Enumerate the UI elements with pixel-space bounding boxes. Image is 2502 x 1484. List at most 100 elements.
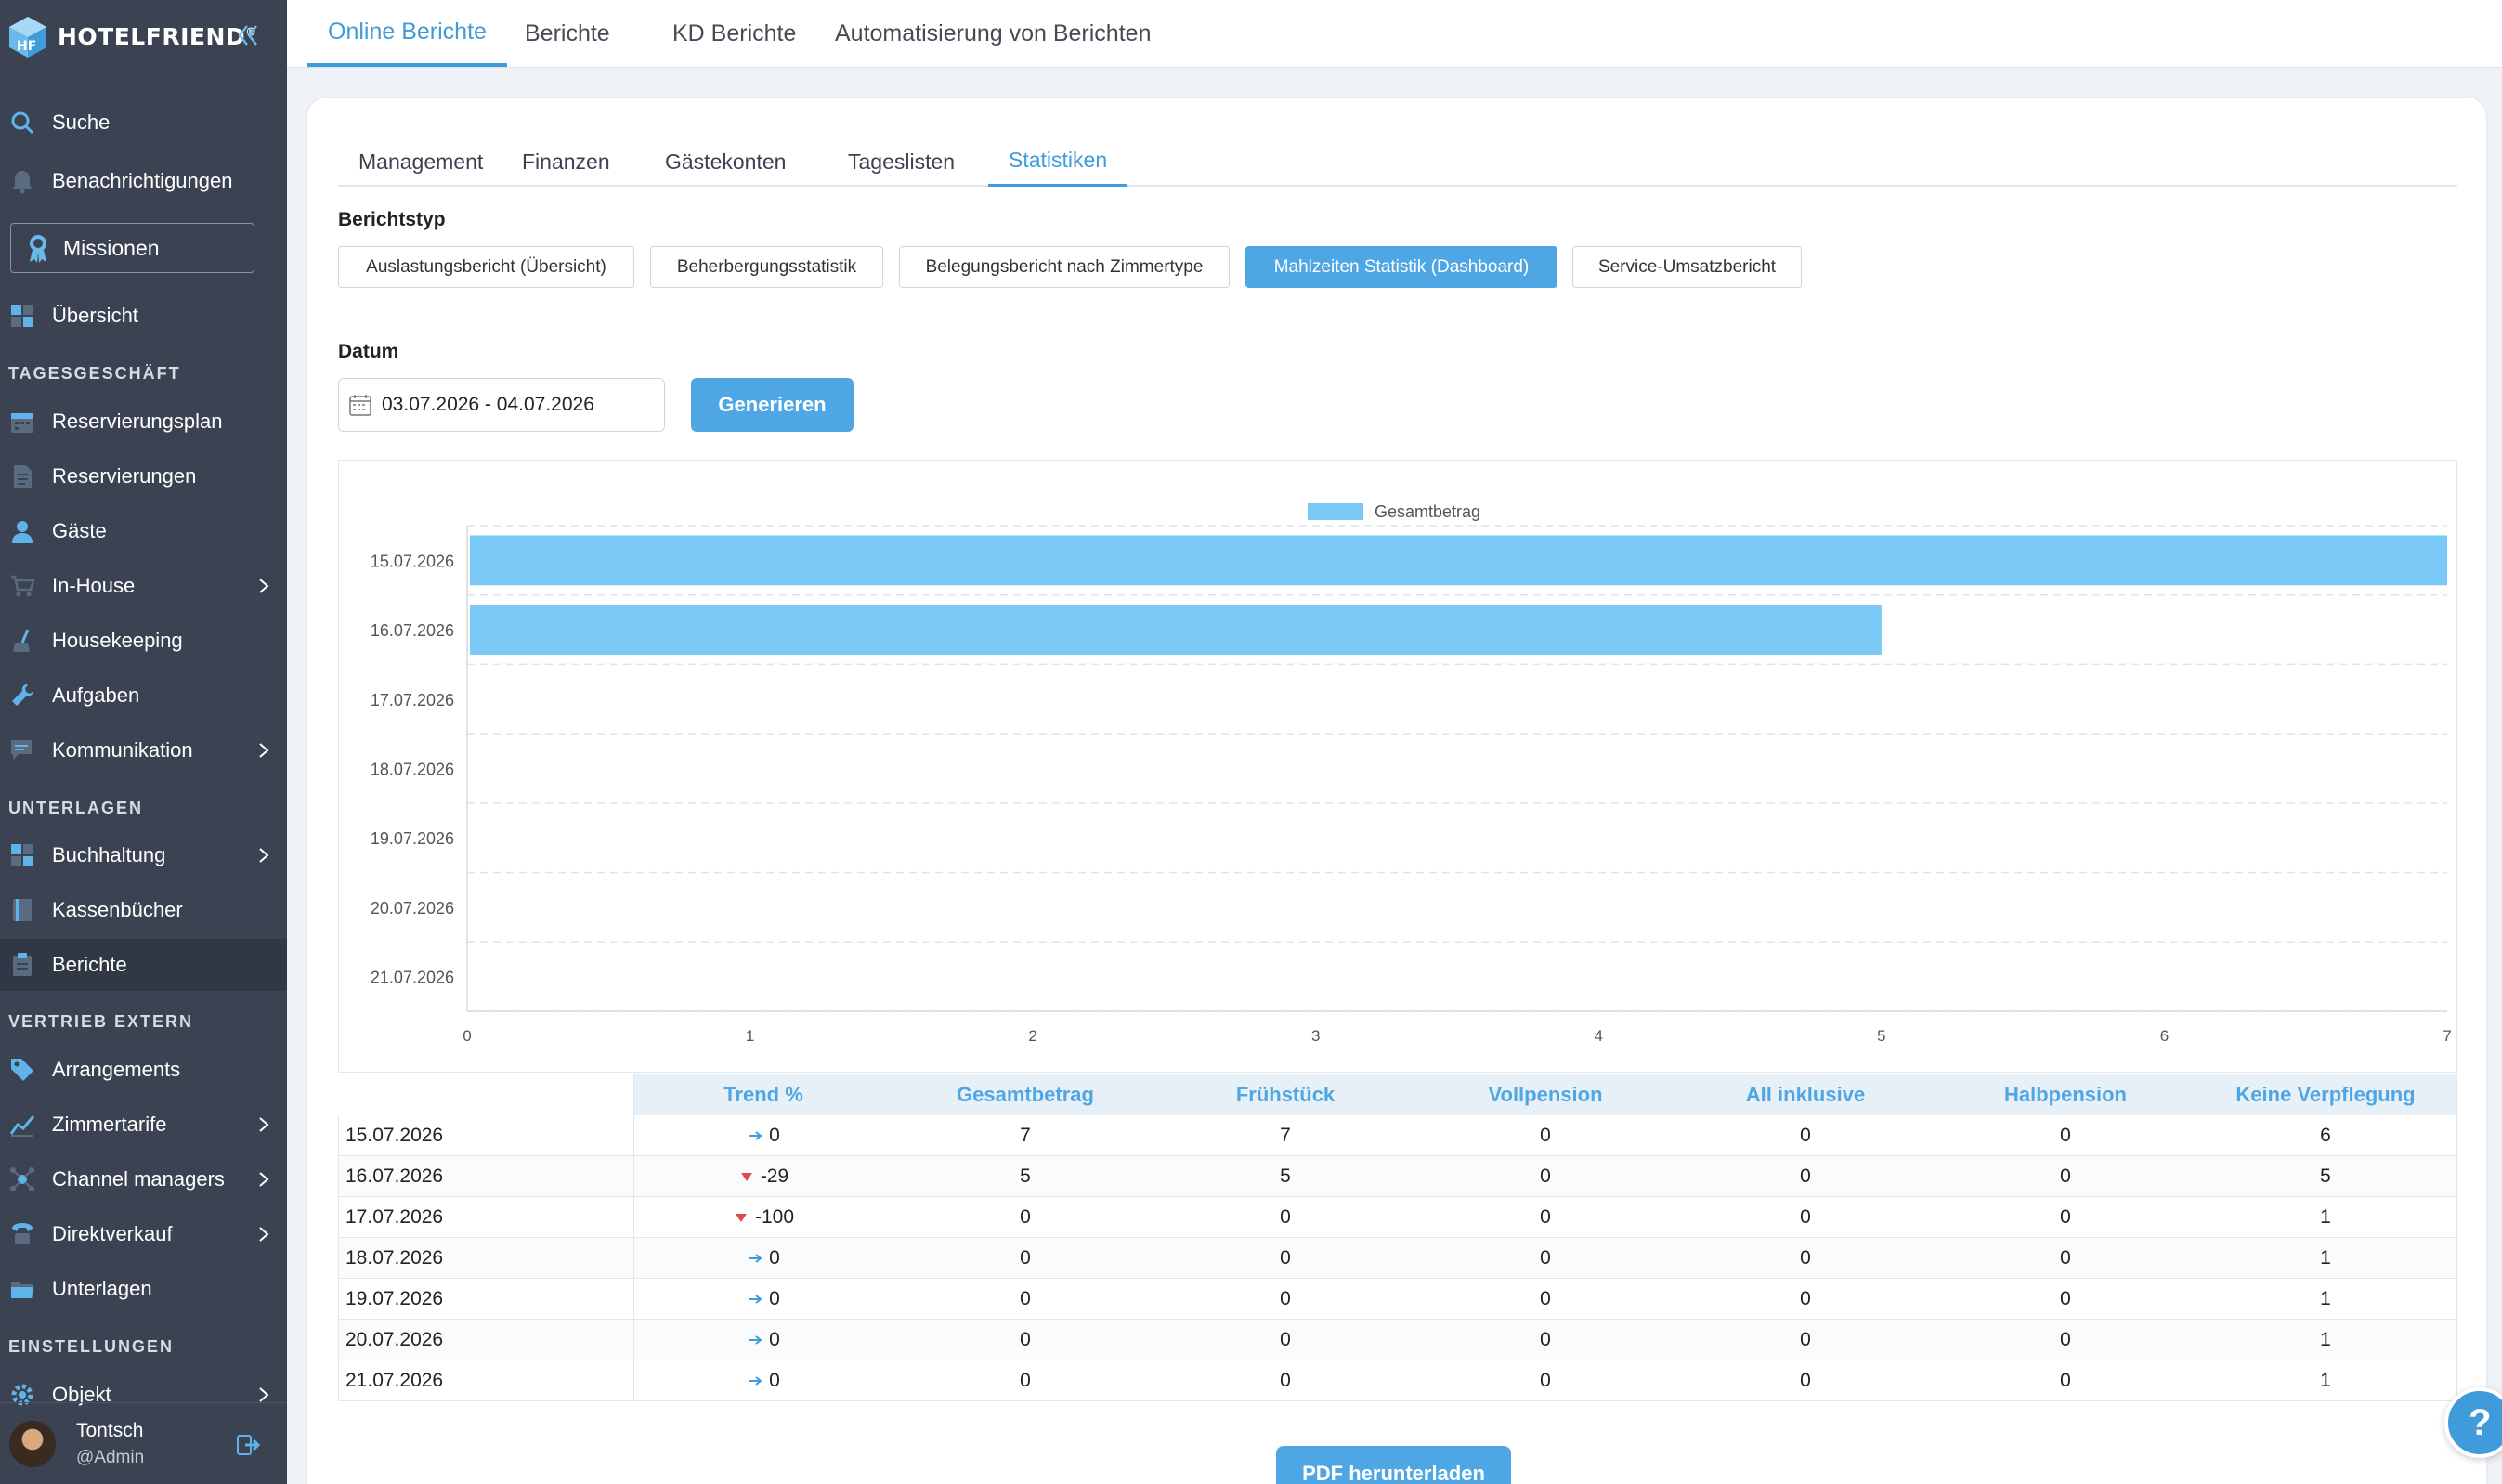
report-card: Management Finanzen Gästekonten Tageslis…	[306, 97, 2487, 1484]
sidebar-item-guests[interactable]: Gäste	[0, 505, 287, 557]
sidebar-item-reservation-plan[interactable]: Reservierungsplan	[0, 396, 287, 448]
sidebar-item-notifications[interactable]: Benachrichtigungen	[0, 155, 287, 207]
report-type-meal-stats[interactable]: Mahlzeiten Statistik (Dashboard)	[1245, 246, 1557, 288]
sidebar-item-communication[interactable]: Kommunikation	[0, 724, 287, 776]
sidebar-item-label: Channel managers	[52, 1167, 225, 1191]
meal-statistics-chart: Gesamtbetrag 15.07.2026 16.07.2026 17.07.20…	[338, 460, 2457, 1073]
tab-online-reports[interactable]: Online Berichte	[307, 0, 507, 67]
tab-guest-accounts[interactable]: Gästekonten	[645, 137, 806, 187]
table-cell: 0	[2060, 1329, 2071, 1350]
clipboard-icon	[13, 953, 32, 976]
trend-cell: 0	[633, 1360, 893, 1401]
trend-cell: 0	[633, 1279, 893, 1320]
chevron-right-icon	[259, 1172, 269, 1187]
sidebar-item-label: Direktverkauf	[52, 1222, 173, 1245]
sidebar-item-documents[interactable]: Unterlagen	[0, 1263, 287, 1315]
table-row: 19.07.2026 0 0 0 0 0 0 1	[338, 1279, 2457, 1320]
table-cell: 0	[1800, 1206, 1811, 1228]
trend-value: 0	[769, 1329, 780, 1350]
sidebar-item-direct-sales[interactable]: Direktverkauf	[0, 1208, 287, 1260]
x-tick-label: 5	[1877, 1027, 1885, 1045]
sidebar-item-label: Aufgaben	[52, 683, 140, 707]
trend-down-icon	[735, 1214, 747, 1222]
sidebar-item-housekeeping[interactable]: Housekeeping	[0, 615, 287, 667]
table-border	[338, 1115, 339, 1401]
table-cell: 0	[2060, 1206, 2071, 1228]
tab-report-automation[interactable]: Automatisierung von Berichten	[814, 0, 1171, 67]
table-cell: 0	[1280, 1370, 1291, 1391]
sidebar-item-label: Berichte	[52, 953, 127, 976]
table-cell: 0	[1800, 1165, 1811, 1187]
sidebar-item-overview[interactable]: Übersicht	[0, 290, 287, 342]
report-type-accommodation-stats[interactable]: Beherbergungsstatistik	[650, 246, 883, 288]
tab-daily-lists[interactable]: Tageslisten	[827, 137, 975, 187]
sidebar-item-label: Suche	[52, 111, 111, 134]
avatar[interactable]	[9, 1420, 56, 1467]
trend-value: -29	[760, 1165, 789, 1187]
sidebar-item-search[interactable]: Suche	[0, 97, 287, 149]
chevron-right-icon	[259, 848, 269, 863]
generate-button[interactable]: Generieren	[691, 378, 854, 432]
y-tick-label: 18.07.2026	[371, 761, 454, 779]
user-role: @Admin	[76, 1447, 145, 1467]
table-cell: 0	[1280, 1288, 1291, 1309]
table-cell: 0	[1800, 1288, 1811, 1309]
sidebar-item-reports[interactable]: Berichte	[0, 939, 287, 991]
sidebar-item-reservations[interactable]: Reservierungen	[0, 450, 287, 502]
x-tick-label: 0	[463, 1027, 471, 1045]
row-date: 20.07.2026	[345, 1329, 444, 1350]
sidebar-item-label: Benachrichtigungen	[52, 169, 233, 192]
chevron-right-icon	[259, 743, 269, 758]
logo[interactable]: HF HOTELFRIEND®	[7, 11, 257, 62]
user-icon	[12, 521, 33, 543]
date-range-input[interactable]: 03.07.2026 - 04.07.2026	[338, 378, 665, 432]
report-type-occupancy-by-roomtype[interactable]: Belegungsbericht nach Zimmertype	[899, 246, 1230, 288]
y-tick-label: 19.07.2026	[371, 829, 454, 848]
tab-management[interactable]: Management	[338, 137, 503, 187]
missions-button[interactable]: Missionen	[10, 223, 254, 273]
sidebar-item-cashbooks[interactable]: Kassenbücher	[0, 884, 287, 936]
column-header: Halbpension	[2003, 1083, 2127, 1106]
table-cell: 0	[1540, 1247, 1551, 1269]
trend-value: 0	[769, 1288, 780, 1309]
report-type-occupancy-overview[interactable]: Auslastungsbericht (Übersicht)	[338, 246, 634, 288]
logout-icon[interactable]	[236, 1433, 260, 1457]
trend-flat-icon	[749, 1254, 762, 1263]
sidebar-item-label: Gäste	[52, 519, 107, 542]
user-profile[interactable]: Tontsch @Admin	[0, 1402, 287, 1484]
sidebar-item-label: Kommunikation	[52, 738, 193, 762]
table-cell: 0	[1800, 1370, 1811, 1391]
tab-finances[interactable]: Finanzen	[502, 137, 631, 187]
table-border	[2456, 1074, 2457, 1401]
statistics-subtabs: Management Finanzen Gästekonten Tageslis…	[338, 137, 2457, 187]
table-row: 18.07.2026 0 0 0 0 0 0 1	[338, 1238, 2457, 1279]
sidebar-item-accounting[interactable]: Buchhaltung	[0, 829, 287, 881]
y-tick-label: 21.07.2026	[371, 969, 454, 987]
tab-reports[interactable]: Berichte	[504, 0, 631, 67]
trend-cell: -100	[633, 1197, 893, 1238]
table-row: 21.07.2026 0 0 0 0 0 0 1	[338, 1360, 2457, 1401]
collapse-sidebar-icon[interactable]	[236, 20, 260, 50]
download-pdf-button[interactable]: PDF herunterladen	[1276, 1446, 1511, 1484]
table-cell: 0	[1540, 1370, 1551, 1391]
phone-icon	[12, 1223, 33, 1244]
report-type-service-revenue[interactable]: Service-Umsatzbericht	[1572, 246, 1802, 288]
sidebar-item-arrangements[interactable]: Arrangements	[0, 1044, 287, 1096]
table-cell: 0	[2060, 1288, 2071, 1309]
sidebar-item-label: Reservierungsplan	[52, 410, 223, 433]
sidebar-item-channel-managers[interactable]: Channel managers	[0, 1153, 287, 1205]
sidebar-item-room-rates[interactable]: Zimmertarife	[0, 1099, 287, 1151]
tab-statistics[interactable]: Statistiken	[988, 137, 1128, 187]
tab-kd-reports[interactable]: KD Berichte	[652, 0, 816, 67]
sidebar: HF HOTELFRIEND® Suche Benachrichtigungen…	[0, 0, 287, 1484]
x-tick-label: 1	[746, 1027, 754, 1045]
chevron-right-icon	[259, 1227, 269, 1242]
trend-flat-icon	[749, 1376, 762, 1386]
table-cell: 0	[1540, 1329, 1551, 1350]
sidebar-item-tasks[interactable]: Aufgaben	[0, 670, 287, 722]
sidebar-item-in-house[interactable]: In-House	[0, 560, 287, 612]
row-date: 18.07.2026	[345, 1247, 444, 1269]
tag-icon	[11, 1059, 33, 1081]
bar	[470, 535, 2447, 586]
sidebar-item-label: Buchhaltung	[52, 843, 166, 866]
